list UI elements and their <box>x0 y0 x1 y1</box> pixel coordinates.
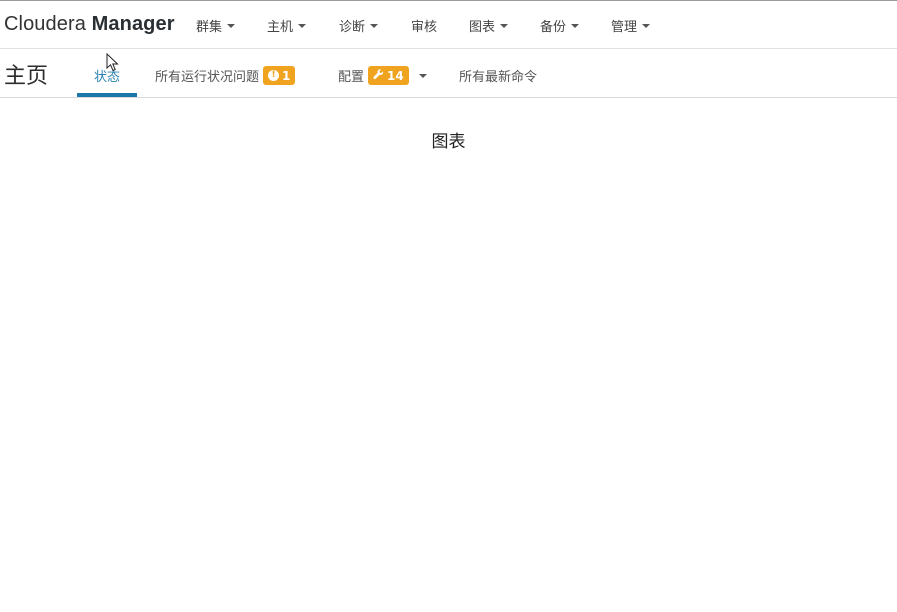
caret-down-icon <box>571 23 580 28</box>
tab-health-issues[interactable]: 所有运行状况问题 ! 1 <box>155 66 296 85</box>
nav-menu-administration[interactable]: 管理 <box>611 16 651 35</box>
nav-menu-label: 备份 <box>540 20 567 35</box>
page-title: 主页 <box>4 64 49 89</box>
nav-menu-label: 诊断 <box>339 20 366 35</box>
tab-label: 配置 <box>338 70 365 85</box>
caret-down-icon <box>227 23 236 28</box>
caret-down-icon[interactable] <box>418 73 427 78</box>
nav-menu-label: 审核 <box>411 20 438 35</box>
nav-menu-audits[interactable]: 审核 <box>411 16 437 35</box>
brand-name-light: Cloudera <box>4 13 86 35</box>
nav-menu-backup[interactable]: 备份 <box>540 16 580 35</box>
badge-count: 1 <box>282 68 291 83</box>
tab-label: 所有运行状况问题 <box>155 70 260 85</box>
nav-menu-label: 群集 <box>196 20 223 35</box>
caret-down-icon <box>298 23 307 28</box>
charts-section-title: 图表 <box>431 132 466 152</box>
tab-label: 所有最新命令 <box>459 70 538 85</box>
nav-menu-label: 主机 <box>267 20 294 35</box>
nav-menu-charts[interactable]: 图表 <box>469 16 509 35</box>
nav-menu-label: 管理 <box>611 20 638 35</box>
nav-menu-label: 图表 <box>469 20 496 35</box>
brand-name-bold: Manager <box>91 13 175 35</box>
tab-configuration[interactable]: 配置 14 <box>338 66 427 85</box>
caret-down-icon <box>370 23 379 28</box>
exclamation-icon: ! <box>268 70 280 81</box>
sub-navbar: 主页 状态 所有运行状况问题 ! 1 配置 14 所有最新命令 <box>0 49 897 98</box>
active-tab-indicator <box>77 93 137 97</box>
config-issues-badge: 14 <box>368 66 409 85</box>
caret-down-icon <box>500 23 509 28</box>
top-navbar: Cloudera Manager 群集 主机 诊断 审核 图表 备份 管理 <box>0 0 897 49</box>
health-issues-badge: ! 1 <box>263 66 296 85</box>
nav-menu-hosts[interactable]: 主机 <box>267 16 307 35</box>
nav-menu-clusters[interactable]: 群集 <box>196 16 236 35</box>
caret-down-icon <box>642 23 651 28</box>
tab-recent-commands[interactable]: 所有最新命令 <box>459 66 537 85</box>
wrench-icon <box>373 68 384 83</box>
mouse-cursor-icon <box>106 52 120 77</box>
nav-menu-diagnostics[interactable]: 诊断 <box>339 16 379 35</box>
badge-count: 14 <box>387 68 404 83</box>
brand-logo[interactable]: Cloudera Manager <box>4 13 175 36</box>
